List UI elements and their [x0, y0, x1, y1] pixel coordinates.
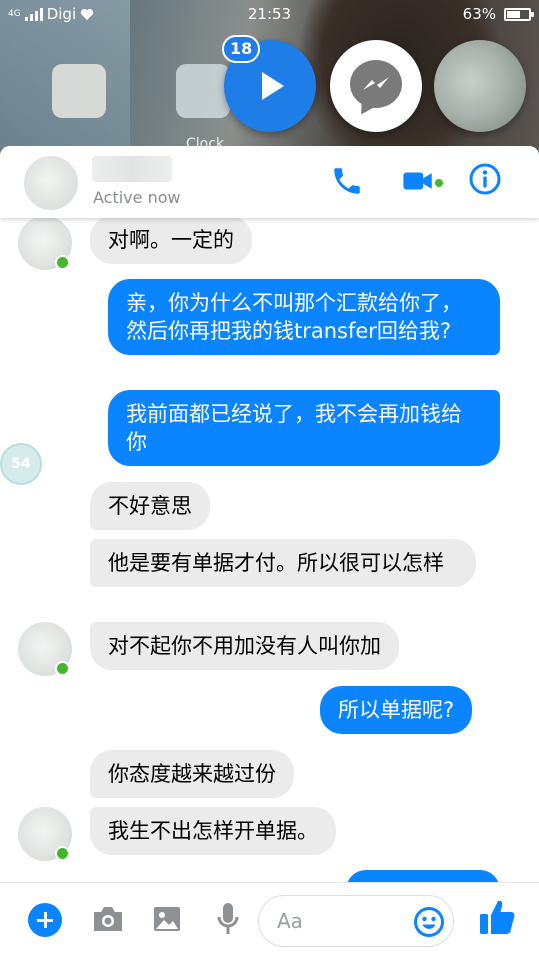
play-icon: [262, 72, 284, 100]
seen-indicator: 54: [0, 443, 42, 485]
online-indicator: [55, 255, 70, 270]
incoming-message[interactable]: 你态度越来越过份: [90, 750, 294, 798]
messenger-icon: [350, 60, 402, 108]
message-composer: Aa: [0, 882, 539, 960]
status-bar: 4G Digi 21:53 63%: [0, 0, 539, 30]
message-input[interactable]: Aa: [258, 895, 454, 947]
incoming-message[interactable]: 我生不出怎样开单据。: [90, 807, 336, 855]
background-app-icon: [52, 64, 106, 118]
outgoing-message[interactable]: 所以单据呢?: [320, 686, 473, 734]
battery-level: [507, 10, 521, 18]
messenger-chat-head[interactable]: [330, 40, 422, 132]
video-call-icon[interactable]: [402, 164, 436, 198]
active-status: Active now: [93, 188, 181, 207]
battery-info: 63%: [462, 5, 534, 23]
outgoing-message[interactable]: 亲，你为什么不叫那个汇款给你了，然后你再把我的钱transfer回给我?: [108, 279, 500, 355]
incoming-message[interactable]: 对啊。一定的: [90, 216, 252, 264]
contact-chat-head[interactable]: [434, 40, 526, 132]
conversation-header: Active now: [0, 146, 539, 218]
contact-avatar[interactable]: [24, 156, 78, 210]
info-icon[interactable]: [468, 162, 502, 196]
thumbs-up-icon[interactable]: [478, 897, 516, 937]
incoming-message[interactable]: 对不起你不用加没有人叫你加: [90, 622, 399, 670]
online-indicator: [55, 661, 70, 676]
camera-icon[interactable]: [91, 904, 125, 934]
unread-badge: 18: [222, 35, 261, 63]
incoming-message[interactable]: 不好意思: [90, 482, 210, 530]
outgoing-message[interactable]: 我前面都已经说了，我不会再加钱给你: [108, 390, 500, 466]
battery-percent: 63%: [462, 5, 496, 23]
emoji-icon[interactable]: [413, 906, 445, 938]
phone-icon[interactable]: [330, 164, 364, 198]
battery-icon: [504, 7, 534, 21]
online-indicator: [55, 846, 70, 861]
contact-name[interactable]: [92, 156, 172, 182]
clock-time: 21:53: [247, 5, 292, 23]
clock-app-icon: [176, 64, 230, 118]
video-online-dot: [435, 179, 443, 187]
message-placeholder: Aa: [277, 909, 303, 933]
incoming-message[interactable]: 他是要有单据才付。所以很可以怎样: [90, 539, 476, 587]
microphone-icon[interactable]: [215, 901, 241, 937]
gallery-icon[interactable]: [152, 904, 182, 934]
chat-panel: Active now 对啊。一定的 亲，你为什么不叫那个汇款给你了，然后你再把我…: [0, 146, 539, 960]
add-icon[interactable]: [28, 903, 62, 937]
